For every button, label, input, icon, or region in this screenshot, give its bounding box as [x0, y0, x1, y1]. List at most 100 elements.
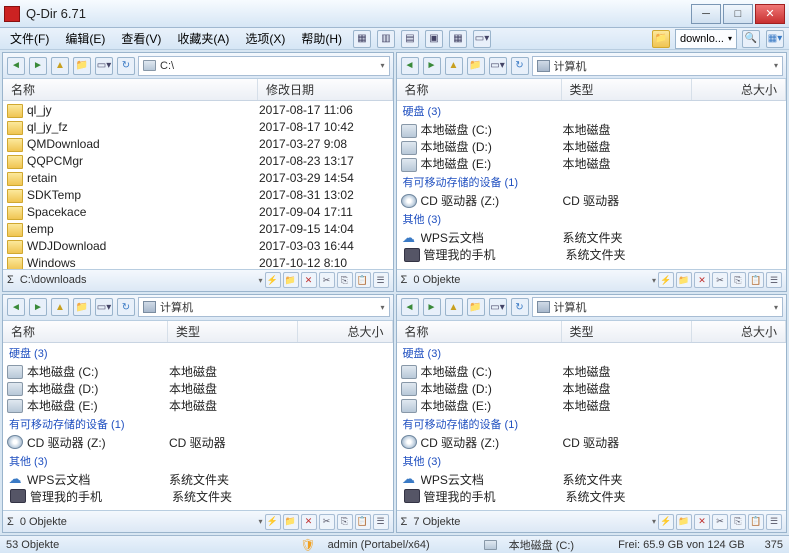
col-moddate[interactable]: 修改日期 [258, 79, 393, 100]
drive-row[interactable]: 管理我的手机系统文件夹 [3, 488, 393, 505]
copy-icon[interactable]: ⎘ [337, 514, 353, 530]
minimize-button[interactable]: ─ [691, 4, 721, 24]
dropdown-icon[interactable]: ▾ [258, 517, 262, 526]
pane-2-address[interactable]: 计算机▾ [532, 56, 784, 76]
paste-icon[interactable]: 📋 [748, 514, 764, 530]
layout-3-icon[interactable]: ▤ [401, 30, 419, 48]
cut-icon[interactable]: ✂ [319, 272, 335, 288]
file-row[interactable]: QMDownload2017-03-27 9:08 [3, 135, 393, 152]
forward-icon[interactable]: ► [29, 298, 47, 316]
up-icon[interactable]: ▲ [445, 298, 463, 316]
cut-icon[interactable]: ✂ [712, 272, 728, 288]
refresh-icon[interactable]: ↻ [511, 57, 529, 75]
drive-row[interactable]: ☁WPS云文档系统文件夹 [3, 471, 393, 488]
col-name[interactable]: 名称 [3, 79, 258, 100]
pane-3-filelist[interactable]: 硬盘 (3)本地磁盘 (C:)本地磁盘本地磁盘 (D:)本地磁盘本地磁盘 (E:… [3, 343, 393, 511]
folder-nav-icon[interactable]: 📁 [73, 57, 91, 75]
bolt-icon[interactable]: ⚡ [658, 514, 674, 530]
drive-row[interactable]: 管理我的手机系统文件夹 [397, 246, 787, 263]
folder-icon[interactable]: 📁 [652, 30, 670, 48]
copy-icon[interactable]: ⎘ [730, 272, 746, 288]
back-icon[interactable]: ◄ [7, 298, 25, 316]
menu-help[interactable]: 帮助(H) [295, 28, 348, 49]
drive-row[interactable]: 本地磁盘 (E:)本地磁盘 [397, 155, 787, 172]
new-folder-icon[interactable]: 📁 [676, 514, 692, 530]
up-icon[interactable]: ▲ [445, 57, 463, 75]
props-icon[interactable]: ☰ [373, 272, 389, 288]
download-dropdown[interactable]: downlo...▾ [675, 29, 737, 49]
up-icon[interactable]: ▲ [51, 298, 69, 316]
bolt-icon[interactable]: ⚡ [265, 272, 281, 288]
close-button[interactable]: ✕ [755, 4, 785, 24]
col-name[interactable]: 名称 [397, 321, 562, 342]
menu-favorites[interactable]: 收藏夹(A) [171, 28, 235, 49]
folder-nav-icon[interactable]: 📁 [73, 298, 91, 316]
drive-row[interactable]: ☁WPS云文档系统文件夹 [397, 471, 787, 488]
file-row[interactable]: WDJDownload2017-03-03 16:44 [3, 237, 393, 254]
bolt-icon[interactable]: ⚡ [265, 514, 281, 530]
back-icon[interactable]: ◄ [401, 57, 419, 75]
drive-row[interactable]: 本地磁盘 (C:)本地磁盘 [397, 363, 787, 380]
view-icon[interactable]: ▭▾ [489, 298, 507, 316]
refresh-icon[interactable]: ↻ [117, 298, 135, 316]
layout-2-icon[interactable]: ▥ [377, 30, 395, 48]
col-size[interactable]: 总大小 [692, 79, 787, 100]
new-folder-icon[interactable]: 📁 [283, 272, 299, 288]
drive-row[interactable]: ☁WPS云文档系统文件夹 [397, 229, 787, 246]
paint-icon[interactable]: ▦▾ [766, 30, 784, 48]
paste-icon[interactable]: 📋 [748, 272, 764, 288]
view-icon[interactable]: ▭▾ [95, 57, 113, 75]
file-row[interactable]: Spacekace2017-09-04 17:11 [3, 203, 393, 220]
drive-row[interactable]: 本地磁盘 (D:)本地磁盘 [3, 380, 393, 397]
menu-view[interactable]: 查看(V) [115, 28, 167, 49]
drive-row[interactable]: 管理我的手机系统文件夹 [397, 488, 787, 505]
paste-icon[interactable]: 📋 [355, 272, 371, 288]
props-icon[interactable]: ☰ [766, 272, 782, 288]
drive-row[interactable]: 本地磁盘 (D:)本地磁盘 [397, 138, 787, 155]
forward-icon[interactable]: ► [29, 57, 47, 75]
col-size[interactable]: 总大小 [692, 321, 787, 342]
bolt-icon[interactable]: ⚡ [658, 272, 674, 288]
pane-1-address[interactable]: C:\▾ [138, 56, 390, 76]
file-row[interactable]: QQPCMgr2017-08-23 13:17 [3, 152, 393, 169]
forward-icon[interactable]: ► [423, 57, 441, 75]
file-row[interactable]: retain2017-03-29 14:54 [3, 169, 393, 186]
col-type[interactable]: 类型 [168, 321, 298, 342]
dropdown-icon[interactable]: ▾ [652, 276, 656, 285]
menu-edit[interactable]: 编辑(E) [59, 28, 111, 49]
delete-icon[interactable]: ✕ [301, 272, 317, 288]
back-icon[interactable]: ◄ [7, 57, 25, 75]
drive-row[interactable]: CD 驱动器 (Z:)CD 驱动器 [397, 192, 787, 209]
up-icon[interactable]: ▲ [51, 57, 69, 75]
col-type[interactable]: 类型 [562, 321, 692, 342]
refresh-icon[interactable]: ↻ [511, 298, 529, 316]
new-folder-icon[interactable]: 📁 [283, 514, 299, 530]
view-icon[interactable]: ▭▾ [489, 57, 507, 75]
props-icon[interactable]: ☰ [766, 514, 782, 530]
layout-4-icon[interactable]: ▣ [425, 30, 443, 48]
copy-icon[interactable]: ⎘ [337, 272, 353, 288]
copy-icon[interactable]: ⎘ [730, 514, 746, 530]
search-icon[interactable]: 🔍 [742, 30, 760, 48]
file-row[interactable]: temp2017-09-15 14:04 [3, 220, 393, 237]
view-icon[interactable]: ▭▾ [95, 298, 113, 316]
drive-row[interactable]: CD 驱动器 (Z:)CD 驱动器 [397, 434, 787, 451]
refresh-icon[interactable]: ↻ [117, 57, 135, 75]
file-row[interactable]: ql_jy2017-08-17 11:06 [3, 101, 393, 118]
col-size[interactable]: 总大小 [298, 321, 393, 342]
pane-2-filelist[interactable]: 硬盘 (3)本地磁盘 (C:)本地磁盘本地磁盘 (D:)本地磁盘本地磁盘 (E:… [397, 101, 787, 269]
dropdown-icon[interactable]: ▾ [652, 517, 656, 526]
drive-row[interactable]: 本地磁盘 (D:)本地磁盘 [397, 380, 787, 397]
menu-file[interactable]: 文件(F) [4, 28, 55, 49]
drive-row[interactable]: 本地磁盘 (C:)本地磁盘 [3, 363, 393, 380]
pane-4-address[interactable]: 计算机▾ [532, 297, 784, 317]
maximize-button[interactable]: □ [723, 4, 753, 24]
file-row[interactable]: SDKTemp2017-08-31 13:02 [3, 186, 393, 203]
drive-row[interactable]: 本地磁盘 (C:)本地磁盘 [397, 121, 787, 138]
layout-5-icon[interactable]: ▦ [449, 30, 467, 48]
pane-3-address[interactable]: 计算机▾ [138, 297, 390, 317]
file-row[interactable]: ql_jy_fz2017-08-17 10:42 [3, 118, 393, 135]
drive-row[interactable]: 本地磁盘 (E:)本地磁盘 [3, 397, 393, 414]
forward-icon[interactable]: ► [423, 298, 441, 316]
delete-icon[interactable]: ✕ [694, 272, 710, 288]
